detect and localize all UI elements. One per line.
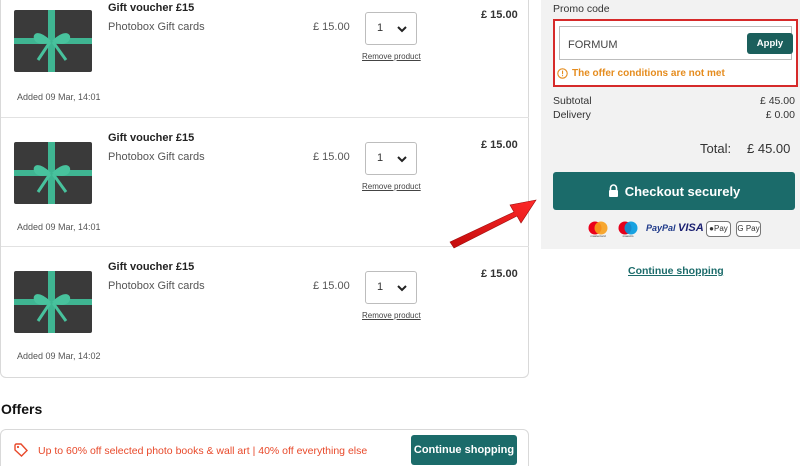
- cart-item: Added 09 Mar, 14:01 Gift voucher £15 Pho…: [1, 0, 529, 117]
- item-subtitle: Photobox Gift cards: [108, 151, 205, 163]
- visa-icon: VISA: [678, 222, 704, 234]
- offer-text: Up to 60% off selected photo books & wal…: [38, 445, 368, 457]
- item-title[interactable]: Gift voucher £15: [108, 261, 194, 273]
- added-timestamp: Added 09 Mar, 14:02: [17, 351, 101, 361]
- remove-product-link[interactable]: Remove product: [362, 52, 421, 61]
- promo-code-highlight: FORMUM Apply The offer conditions are no…: [553, 19, 798, 87]
- line-total: £ 15.00: [481, 268, 518, 280]
- subtotal-value: £ 45.00: [759, 95, 795, 107]
- gift-voucher-thumbnail[interactable]: [14, 10, 92, 72]
- mastercard-text: mastercard: [590, 234, 605, 238]
- unit-price: £ 15.00: [313, 151, 350, 163]
- promo-code-label: Promo code: [553, 3, 610, 15]
- unit-price: £ 15.00: [313, 280, 350, 292]
- promo-code-input[interactable]: FORMUM Apply: [559, 26, 793, 60]
- unit-price: £ 15.00: [313, 21, 350, 33]
- apple-pay-icon: ●Pay: [706, 221, 731, 237]
- quantity-value: 1: [377, 152, 384, 164]
- maestro-text: maestro: [623, 234, 634, 238]
- promo-error-message: The offer conditions are not met: [572, 68, 725, 79]
- apple-pay-text: Pay: [714, 224, 728, 233]
- warning-icon: [557, 68, 568, 79]
- delivery-label: Delivery: [553, 109, 591, 121]
- quantity-select[interactable]: 1: [365, 142, 417, 175]
- google-pay-icon: G Pay: [736, 221, 761, 237]
- added-timestamp: Added 09 Mar, 14:01: [17, 92, 101, 102]
- offer-continue-shopping-button[interactable]: Continue shopping: [411, 435, 517, 465]
- maestro-icon: maestro: [618, 221, 638, 238]
- quantity-select[interactable]: 1: [365, 12, 417, 45]
- item-subtitle: Photobox Gift cards: [108, 280, 205, 292]
- tag-icon: [14, 443, 28, 457]
- offer-banner: Up to 60% off selected photo books & wal…: [0, 429, 529, 466]
- cart-item: Added 09 Mar, 14:02 Gift voucher £15 Pho…: [1, 246, 529, 375]
- quantity-value: 1: [377, 281, 384, 293]
- remove-product-link[interactable]: Remove product: [362, 311, 421, 320]
- quantity-select[interactable]: 1: [365, 271, 417, 304]
- lock-icon: [608, 183, 618, 197]
- gift-voucher-thumbnail[interactable]: [14, 271, 92, 333]
- delivery-value: £ 0.00: [765, 109, 795, 121]
- apply-button[interactable]: Apply: [747, 33, 793, 54]
- chevron-down-icon: [397, 26, 407, 33]
- item-subtitle: Photobox Gift cards: [108, 21, 205, 33]
- continue-shopping-link[interactable]: Continue shopping: [628, 265, 724, 277]
- chevron-down-icon: [397, 285, 407, 292]
- line-total: £ 15.00: [481, 139, 518, 151]
- added-timestamp: Added 09 Mar, 14:01: [17, 222, 101, 232]
- paypal-icon: PayPal: [646, 223, 676, 233]
- remove-product-link[interactable]: Remove product: [362, 182, 421, 191]
- checkout-label: Checkout securely: [624, 183, 741, 199]
- gift-voucher-thumbnail[interactable]: [14, 142, 92, 204]
- total-value: £ 45.00: [747, 141, 791, 156]
- mastercard-icon: mastercard: [588, 221, 608, 238]
- item-title[interactable]: Gift voucher £15: [108, 132, 194, 144]
- offers-heading: Offers: [1, 401, 43, 417]
- line-total: £ 15.00: [481, 9, 518, 21]
- red-arrow-annotation: [449, 199, 537, 249]
- subtotal-label: Subtotal: [553, 95, 592, 107]
- item-title[interactable]: Gift voucher £15: [108, 2, 194, 14]
- chevron-down-icon: [397, 156, 407, 163]
- promo-code-value: FORMUM: [568, 39, 618, 51]
- total-label: Total:: [700, 141, 732, 156]
- quantity-value: 1: [377, 22, 384, 34]
- checkout-securely-button[interactable]: Checkout securely: [553, 172, 795, 210]
- cart-item-list: Added 09 Mar, 14:01 Gift voucher £15 Pho…: [0, 0, 529, 378]
